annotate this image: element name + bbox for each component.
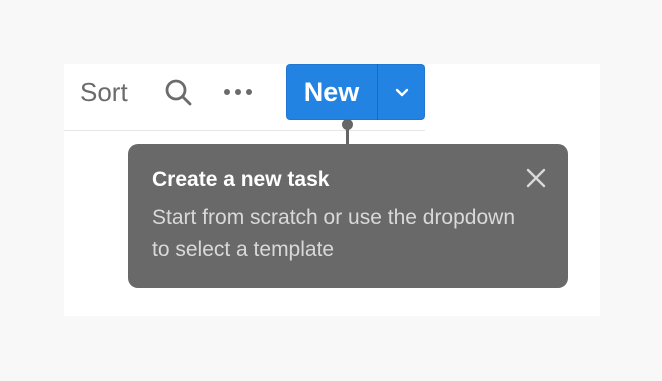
sort-button[interactable]: Sort <box>80 76 128 108</box>
new-dropdown-button[interactable] <box>378 64 425 120</box>
new-button[interactable]: New <box>286 64 377 120</box>
new-split-button: New <box>286 64 425 120</box>
search-icon[interactable] <box>162 76 194 108</box>
close-icon[interactable] <box>524 166 548 190</box>
onboarding-tooltip: Create a new task Start from scratch or … <box>128 144 568 288</box>
more-horizontal-icon[interactable] <box>222 78 254 106</box>
tooltip-title: Create a new task <box>152 168 330 191</box>
chevron-down-icon <box>392 82 412 102</box>
tooltip-body: Start from scratch or use the dropdown t… <box>152 206 515 261</box>
toolbar-divider <box>64 130 425 131</box>
